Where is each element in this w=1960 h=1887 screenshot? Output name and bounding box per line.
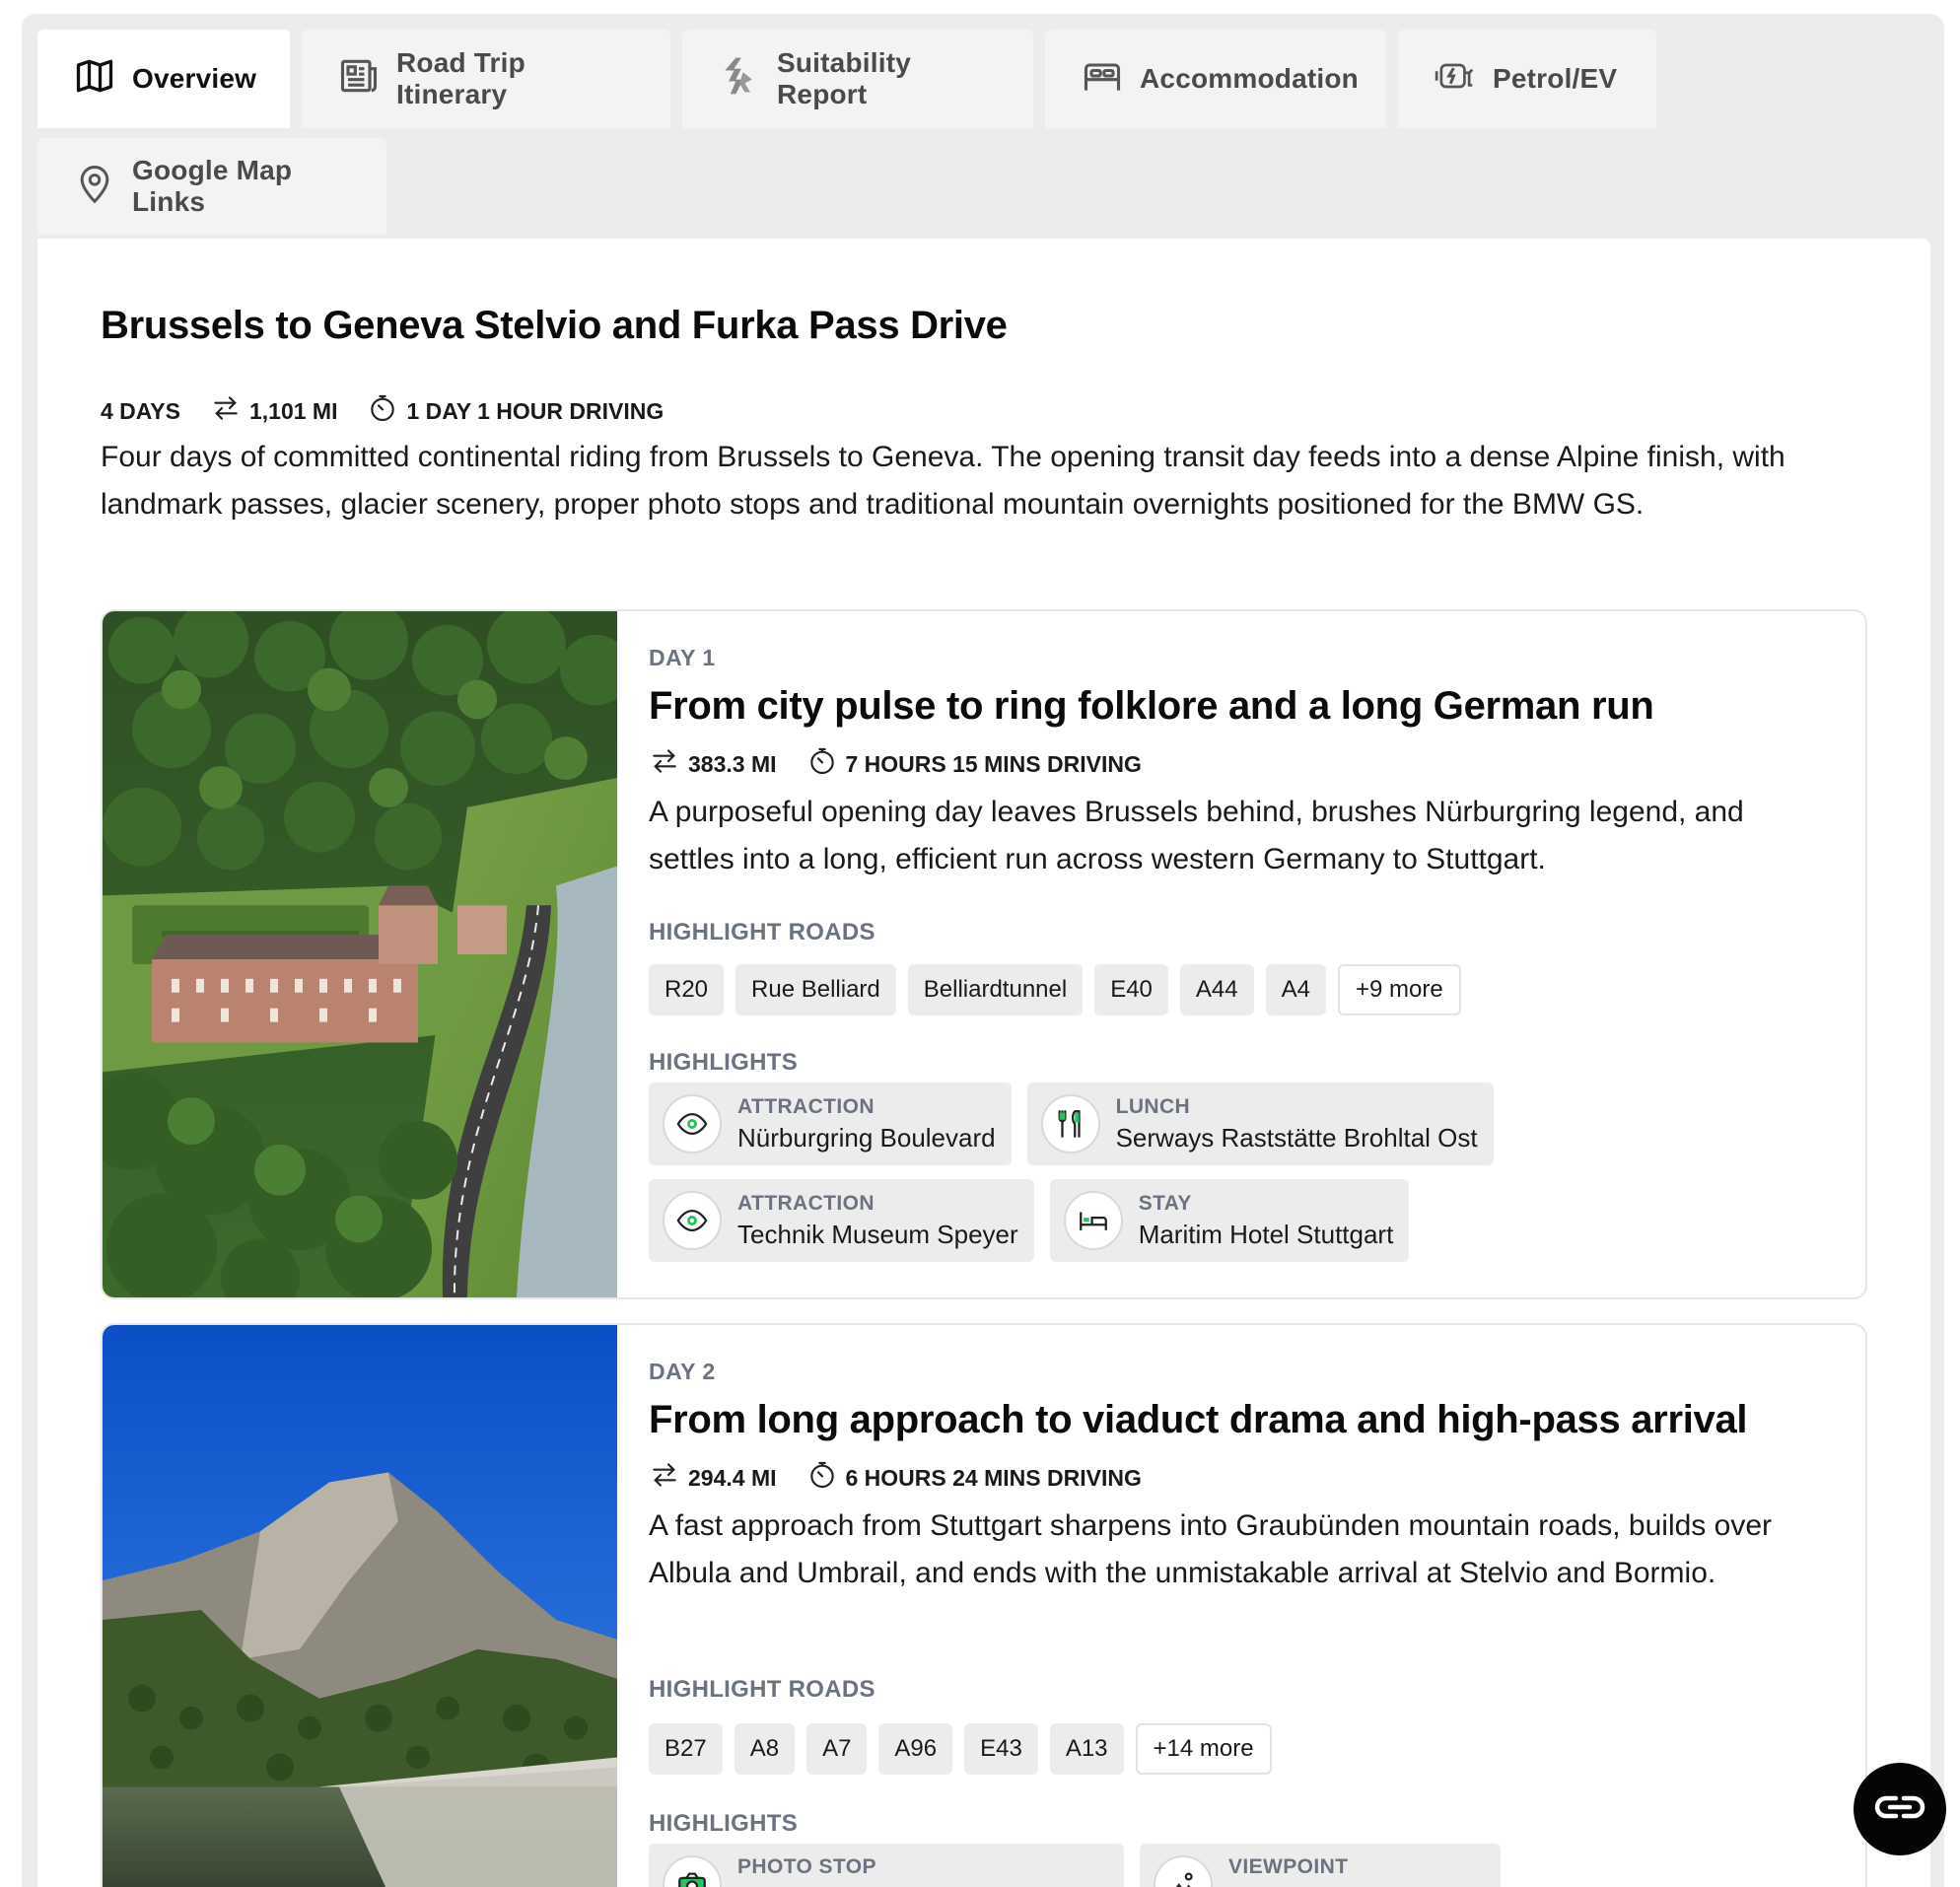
trip-driving-time: 1 DAY 1 HOUR DRIVING [406, 397, 665, 424]
tab-label: Petrol/EV [1493, 63, 1618, 94]
highlight-type: ATTRACTION [737, 1191, 875, 1215]
highlights-label: HIGHLIGHTS [649, 1049, 798, 1076]
tab-bar: Overview Road Trip Itinerary Suitability… [37, 30, 1930, 235]
tab-label: Road Trip Itinerary [396, 47, 525, 109]
road-chip[interactable]: E40 [1094, 964, 1168, 1015]
day-distance: 294.4 MI [688, 1464, 777, 1491]
eye-icon [663, 1094, 722, 1153]
distance-icon [649, 745, 680, 783]
highlight-name: Maritim Hotel Stuttgart [1138, 1219, 1394, 1249]
day-title: From long approach to viaduct drama and … [649, 1398, 1748, 1441]
map-pin-icon [73, 162, 116, 212]
highlight-name: Nürburgring Boulevard [737, 1122, 996, 1153]
highlight-type: STAY [1138, 1191, 1192, 1215]
tab-overview[interactable]: Overview [37, 30, 290, 128]
bed-icon [1081, 54, 1124, 105]
timer-icon [806, 745, 838, 783]
day-description: A purposeful opening day leaves Brussels… [649, 796, 1744, 875]
highlight-name: Technik Museum Speyer [737, 1219, 1018, 1249]
highlight-roads-label: HIGHLIGHT ROADS [649, 1676, 875, 1703]
tab-petrol-ev[interactable]: Petrol/EV [1398, 30, 1656, 128]
tab-label: Accommodation [1140, 63, 1359, 94]
road-chip[interactable]: B27 [649, 1723, 723, 1775]
road-chip[interactable]: A13 [1049, 1723, 1124, 1775]
tab-road-trip-itinerary[interactable]: Road Trip Itinerary [302, 30, 670, 128]
tab-suitability-report[interactable]: Suitability Report [682, 30, 1033, 128]
tab-accommodation[interactable]: Accommodation [1045, 30, 1386, 128]
road-chip[interactable]: R20 [649, 964, 725, 1015]
highlight-item[interactable]: ATTRACTION Nürburgring Boulevard [649, 1083, 1012, 1165]
cutlery-icon [1040, 1094, 1100, 1153]
day-title: From city pulse to ring folklore and a l… [649, 684, 1654, 728]
day-driving-time: 7 HOURS 15 MINS DRIVING [845, 750, 1142, 777]
road-chip[interactable]: E43 [964, 1723, 1038, 1775]
floating-action-button[interactable] [1854, 1763, 1946, 1855]
road-chip[interactable]: A4 [1265, 964, 1326, 1015]
highlight-item[interactable]: ATTRACTION Technik Museum Speyer [649, 1179, 1034, 1262]
road-chip[interactable]: A44 [1179, 964, 1254, 1015]
tab-label: Suitability Report [777, 47, 911, 109]
trip-days: 4 DAYS [101, 397, 180, 424]
highlight-roads-label: HIGHLIGHT ROADS [649, 919, 875, 945]
trip-description: Four days of committed continental ridin… [101, 441, 1785, 521]
day-driving-time: 6 HOURS 24 MINS DRIVING [845, 1464, 1142, 1491]
viewpoint-icon [1154, 1855, 1213, 1887]
highlight-type: LUNCH [1115, 1094, 1191, 1118]
day-photo [103, 611, 617, 1297]
highlight-item[interactable]: STAY Maritim Hotel Stuttgart [1049, 1179, 1410, 1262]
day-label: DAY 1 [649, 645, 716, 670]
more-roads-button[interactable]: +14 more [1135, 1723, 1272, 1775]
road-chip[interactable]: Rue Belliard [735, 964, 896, 1015]
trip-distance: 1,101 MI [248, 397, 338, 424]
road-chips: R20 Rue Belliard Belliardtunnel E40 A44 … [649, 964, 1461, 1015]
tab-label: Overview [132, 63, 257, 94]
highlight-type: VIEWPOINT [1228, 1855, 1349, 1878]
distance-icon [210, 392, 242, 430]
highlight-item[interactable]: LUNCH Serways Raststätte Brohltal Ost [1026, 1083, 1494, 1165]
highlight-type: ATTRACTION [737, 1094, 875, 1118]
day-meta: 294.4 MI 6 HOURS 24 MINS DRIVING [649, 1459, 1142, 1497]
day-meta: 383.3 MI 7 HOURS 15 MINS DRIVING [649, 745, 1142, 783]
day-description: A fast approach from Stuttgart sharpens … [649, 1509, 1773, 1589]
route-sign-icon [718, 54, 761, 105]
day-distance: 383.3 MI [688, 750, 777, 777]
map-icon [73, 54, 116, 105]
highlights-label: HIGHLIGHTS [649, 1810, 798, 1837]
distance-icon [649, 1459, 680, 1497]
highlight-item[interactable]: PHOTO STOP [649, 1844, 1124, 1887]
day-photo [103, 1325, 617, 1887]
road-chip[interactable]: A7 [806, 1723, 868, 1775]
bed-icon [1063, 1191, 1123, 1250]
road-chip[interactable]: A8 [734, 1723, 796, 1775]
highlight-type: PHOTO STOP [737, 1855, 876, 1878]
trip-title: Brussels to Geneva Stelvio and Furka Pas… [101, 304, 1008, 347]
highlights-grid: ATTRACTION Nürburgring Boulevard LUNCH S… [649, 1083, 1635, 1262]
eye-icon [663, 1191, 722, 1250]
day-card: DAY 1 From city pulse to ring folklore a… [101, 609, 1867, 1299]
camera-icon [663, 1855, 722, 1887]
day-label: DAY 2 [649, 1359, 716, 1384]
day-card: DAY 2 From long approach to viaduct dram… [101, 1323, 1867, 1887]
road-chip[interactable]: A96 [878, 1723, 953, 1775]
highlight-name: Serways Raststätte Brohltal Ost [1115, 1122, 1478, 1153]
tab-google-map-links[interactable]: Google Map Links [37, 138, 386, 235]
fuel-ev-icon [1434, 54, 1477, 105]
glasses-icon [1874, 1792, 1925, 1827]
highlight-item[interactable]: VIEWPOINT [1140, 1844, 1501, 1887]
more-roads-button[interactable]: +9 more [1337, 964, 1461, 1015]
road-chips: B27 A8 A7 A96 E43 A13 +14 more [649, 1723, 1272, 1775]
highlights-grid: PHOTO STOP VIEWPOINT [649, 1844, 1635, 1887]
newspaper-icon [337, 54, 381, 105]
tab-label: Google Map Links [132, 155, 293, 217]
road-chip[interactable]: Belliardtunnel [907, 964, 1084, 1015]
trip-meta: 4 DAYS 1,101 MI 1 DAY 1 HOUR DRIVING [101, 392, 664, 430]
timer-icon [367, 392, 398, 430]
timer-icon [806, 1459, 838, 1497]
